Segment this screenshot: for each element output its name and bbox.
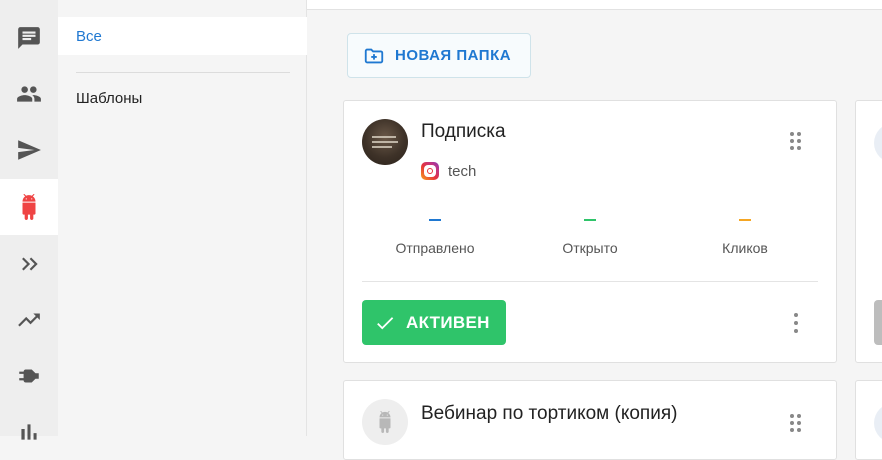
icon-rail <box>0 0 58 440</box>
subnav-item-templates[interactable]: Шаблоны <box>58 79 307 117</box>
check-icon <box>377 316 394 329</box>
bot-card-partial[interactable] <box>855 380 882 460</box>
bot-card[interactable]: Подписка tech Отправлено Открыто Кликов … <box>343 100 837 363</box>
stat-clicks-value <box>739 219 751 221</box>
more-options-icon[interactable] <box>792 313 800 333</box>
folder-add-icon <box>364 48 384 63</box>
bar-chart-icon <box>21 424 37 440</box>
double-chevron-icon <box>22 257 38 271</box>
main-content: НОВАЯ ПАПКА Подписка tech Отправлено Отк… <box>307 0 882 460</box>
bot-avatar <box>362 399 408 445</box>
subnav-item-all[interactable]: Все <box>58 17 307 55</box>
bot-avatar <box>874 403 882 443</box>
stat-sent-label: Отправлено <box>395 240 475 256</box>
subnav-divider <box>76 72 290 73</box>
send-icon <box>18 140 41 160</box>
bot-channel: tech <box>421 162 476 180</box>
folder-sidebar: Все Шаблоны <box>58 0 307 436</box>
stat-sent: Отправлено <box>355 219 515 256</box>
drag-handle-icon[interactable] <box>790 414 804 434</box>
status-active-button[interactable]: АКТИВЕН <box>362 300 506 345</box>
new-folder-label: НОВАЯ ПАПКА <box>395 47 512 64</box>
rail-item-integrations[interactable] <box>0 348 58 404</box>
rail-item-bots[interactable] <box>0 179 58 235</box>
stat-opened-label: Открыто <box>562 240 618 256</box>
stat-clicks: Кликов <box>665 219 825 256</box>
status-label: АКТИВЕН <box>406 312 490 332</box>
rail-item-sequences[interactable] <box>0 236 58 292</box>
stat-opened: Открыто <box>510 219 670 256</box>
status-button-partial[interactable] <box>874 300 882 345</box>
rail-item-audience[interactable] <box>0 66 58 122</box>
rail-item-broadcasts[interactable] <box>0 122 58 178</box>
stat-sent-value <box>429 219 441 221</box>
channel-name: tech <box>448 162 477 180</box>
bot-avatar <box>874 123 882 163</box>
rail-item-chats[interactable] <box>0 10 58 66</box>
plug-icon <box>19 369 39 383</box>
drag-handle-icon[interactable] <box>790 132 804 152</box>
top-bar <box>307 0 882 10</box>
stat-clicks-label: Кликов <box>722 240 768 256</box>
bot-title[interactable]: Вебинар по тортиком (копия) <box>421 403 677 425</box>
card-divider <box>362 281 818 282</box>
people-icon <box>17 86 41 102</box>
chat-icon <box>18 27 40 49</box>
bot-card[interactable]: Вебинар по тортиком (копия) <box>343 380 837 460</box>
bot-card-partial[interactable] <box>855 100 882 363</box>
android-bot-icon <box>22 194 36 220</box>
new-folder-button[interactable]: НОВАЯ ПАПКА <box>347 33 531 78</box>
trending-up-icon <box>18 313 40 327</box>
bot-title[interactable]: Подписка <box>421 121 506 143</box>
stat-opened-value <box>584 219 596 221</box>
android-bot-icon <box>379 411 391 433</box>
rail-item-analytics[interactable] <box>0 404 58 460</box>
instagram-icon <box>421 162 439 180</box>
rail-item-growth[interactable] <box>0 292 58 348</box>
bot-avatar <box>362 119 408 165</box>
